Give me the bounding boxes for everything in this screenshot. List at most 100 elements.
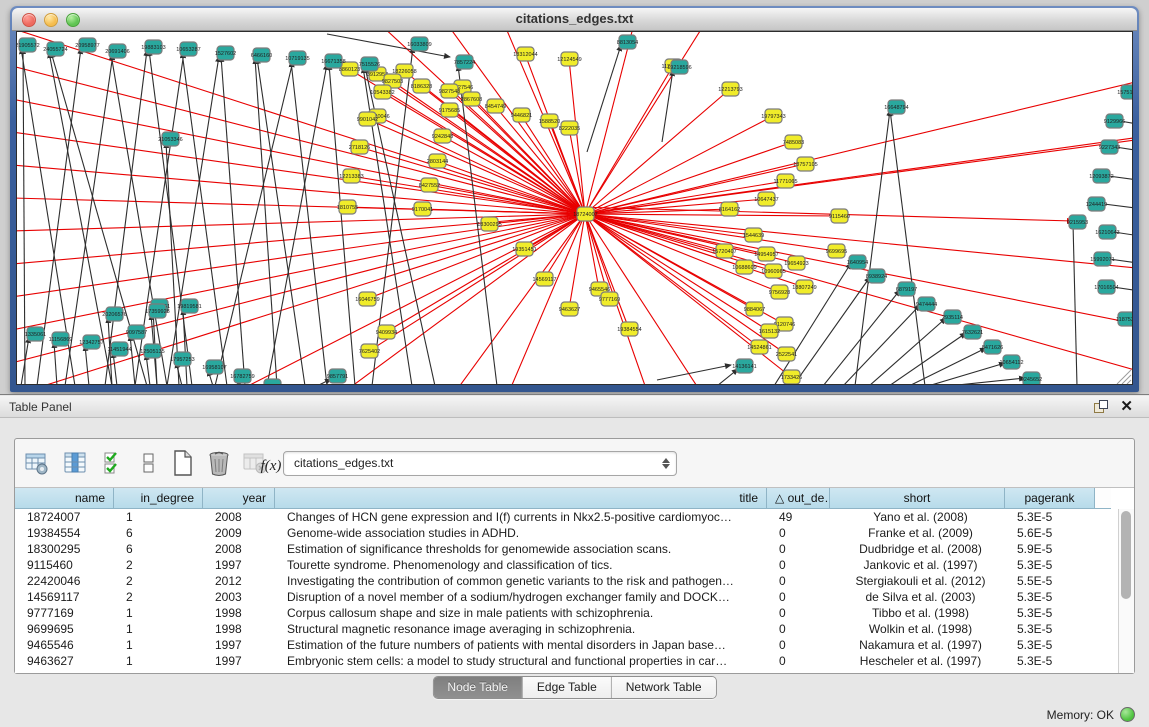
column-header-in_degree[interactable]: in_degree — [114, 488, 203, 509]
table-cell[interactable]: 0 — [767, 541, 830, 557]
table-row[interactable]: 2242004622012Investigating the contribut… — [15, 573, 1119, 589]
graph-node[interactable]: 17016504 — [1094, 280, 1118, 294]
table-cell[interactable]: 2003 — [203, 589, 275, 605]
column-header-year[interactable]: year — [203, 488, 275, 509]
graph-node[interactable]: 1544639 — [743, 228, 764, 242]
citation-edge-red[interactable] — [382, 92, 585, 214]
table-cell[interactable]: 9699695 — [15, 621, 114, 637]
table-cell[interactable]: Genome-wide association studies in ADHD. — [275, 525, 767, 541]
column-header-out_de[interactable]: △ out_de… — [767, 488, 830, 509]
table-cell[interactable]: Dudbridge et al. (2008) — [830, 541, 1005, 557]
table-cell[interactable]: 1 — [114, 653, 203, 669]
table-cell[interactable]: 1997 — [203, 637, 275, 653]
table-cell[interactable]: 9463627 — [15, 653, 114, 669]
table-cell[interactable]: 6 — [114, 525, 203, 541]
graph-node[interactable]: 6879197 — [896, 282, 917, 296]
table-cell[interactable]: 2008 — [203, 541, 275, 557]
table-cell[interactable]: Wolkin et al. (1998) — [830, 621, 1005, 637]
graph-node[interactable]: 17359928 — [145, 304, 169, 318]
graph-node[interactable]: 19819581 — [177, 299, 201, 313]
citation-edge-black[interactable] — [657, 365, 731, 380]
table-cell[interactable]: Structural magnetic resonance image aver… — [275, 621, 767, 637]
table-cell[interactable]: 5.3E-5 — [1005, 621, 1095, 637]
column-header-pagerank[interactable]: pagerank — [1005, 488, 1095, 509]
table-cell[interactable]: 0 — [767, 605, 830, 621]
table-cell[interactable]: 5.3E-5 — [1005, 605, 1095, 621]
graph-node[interactable]: 15992071 — [1090, 252, 1114, 266]
citation-edge-black[interactable] — [717, 369, 738, 385]
table-cell[interactable]: 2012 — [203, 573, 275, 589]
table-cell[interactable]: Changes of HCN gene expression and I(f) … — [275, 509, 767, 525]
table-cell[interactable]: Embryonic stem cells: a model to study s… — [275, 653, 767, 669]
graph-node[interactable]: 9129966 — [1104, 114, 1125, 128]
graph-node[interactable]: 17957253 — [170, 352, 194, 366]
table-cell[interactable]: 0 — [767, 557, 830, 573]
graph-node[interactable]: 19351451 — [512, 242, 536, 256]
citation-edge-black[interactable] — [54, 342, 57, 385]
graph-node[interactable]: 16210643 — [1095, 225, 1119, 239]
graph-node[interactable]: 9170041 — [412, 202, 433, 216]
graph-node[interactable]: 7515526 — [359, 57, 380, 71]
graph-node[interactable]: 18312044 — [513, 47, 537, 61]
graph-node[interactable]: 12093872 — [1089, 169, 1113, 183]
graph-node[interactable]: 8186328 — [411, 79, 432, 93]
table-cell[interactable]: 1 — [114, 509, 203, 525]
citation-edge-black[interactable] — [85, 345, 89, 385]
graph-node[interactable]: 10647437 — [754, 192, 778, 206]
citation-edge-black[interactable] — [329, 64, 355, 385]
resize-grip-icon[interactable] — [1122, 375, 1131, 384]
table-cell[interactable]: 1997 — [203, 557, 275, 573]
graph-node[interactable]: 11451944 — [107, 342, 131, 356]
citation-edge-red[interactable] — [585, 214, 836, 251]
graph-node[interactable]: 9777169 — [599, 292, 620, 306]
graph-node[interactable]: 1615132 — [759, 324, 780, 338]
graph-node[interactable]: 10653287 — [176, 42, 200, 56]
graph-node[interactable]: 2935114 — [942, 310, 963, 324]
graph-node[interactable]: 9175685 — [439, 103, 460, 117]
graph-node[interactable]: 19883103 — [141, 40, 165, 54]
table-cell[interactable]: 18724007 — [15, 509, 114, 525]
graph-node[interactable]: 2867608 — [461, 92, 482, 106]
tab-network-table[interactable]: Network Table — [612, 677, 716, 698]
citation-edge-red[interactable] — [585, 116, 773, 214]
table-row[interactable]: 946362711997Embryonic stem cells: a mode… — [15, 653, 1119, 669]
graph-node[interactable]: 21053346 — [158, 132, 182, 146]
tab-node-table[interactable]: Node Table — [433, 677, 523, 698]
graph-node[interactable]: 14136141 — [732, 359, 756, 373]
table-cell[interactable]: Jankovic et al. (1997) — [830, 557, 1005, 573]
table-cell[interactable]: 9465546 — [15, 637, 114, 653]
column-header-short[interactable]: short — [830, 488, 1005, 509]
graph-node[interactable]: 12124549 — [557, 52, 581, 66]
table-cell[interactable]: 2 — [114, 557, 203, 573]
graph-node[interactable]: 9097587 — [126, 325, 147, 339]
graph-node[interactable]: 19654923 — [784, 256, 808, 270]
citation-edge-black[interactable] — [869, 318, 946, 385]
table-cell[interactable]: Estimation of significance thresholds fo… — [275, 541, 767, 557]
citation-edge-black[interactable] — [255, 58, 277, 385]
graph-node[interactable]: 14954957 — [754, 247, 778, 261]
table-cell[interactable]: 0 — [767, 637, 830, 653]
graph-node[interactable]: 1733426 — [781, 370, 802, 384]
graph-node[interactable]: 9699695 — [826, 244, 847, 258]
citation-edge-black[interactable] — [587, 45, 621, 152]
graph-node[interactable]: 9409934 — [376, 325, 397, 339]
graph-node[interactable]: 2522541 — [776, 347, 797, 361]
table-cell[interactable]: 0 — [767, 621, 830, 637]
graph-node[interactable]: 9474444 — [916, 297, 937, 311]
graph-node[interactable]: 9446821 — [511, 108, 532, 122]
window-titlebar[interactable]: citations_edges.txt — [12, 8, 1137, 31]
table-selector-dropdown[interactable]: citations_edges.txt — [283, 451, 677, 476]
table-cell[interactable]: Investigating the contribution of common… — [275, 573, 767, 589]
table-cell[interactable]: Franke et al. (2009) — [830, 525, 1005, 541]
graph-node[interactable]: 15751074 — [1117, 85, 1133, 99]
graph-node[interactable]: 7857224 — [454, 55, 475, 69]
citation-edge-red[interactable] — [585, 132, 1133, 214]
citation-edge-red[interactable] — [544, 214, 585, 279]
graph-node[interactable]: 1335061 — [25, 327, 46, 341]
table-cell[interactable]: 5.9E-5 — [1005, 541, 1095, 557]
graph-node[interactable]: 1640954 — [847, 255, 868, 269]
graph-node[interactable]: 16648794 — [884, 100, 908, 114]
table-cell[interactable]: 18300295 — [15, 541, 114, 557]
graph-node[interactable]: 12213383 — [339, 169, 363, 183]
graph-node[interactable]: 9756928 — [769, 285, 790, 299]
